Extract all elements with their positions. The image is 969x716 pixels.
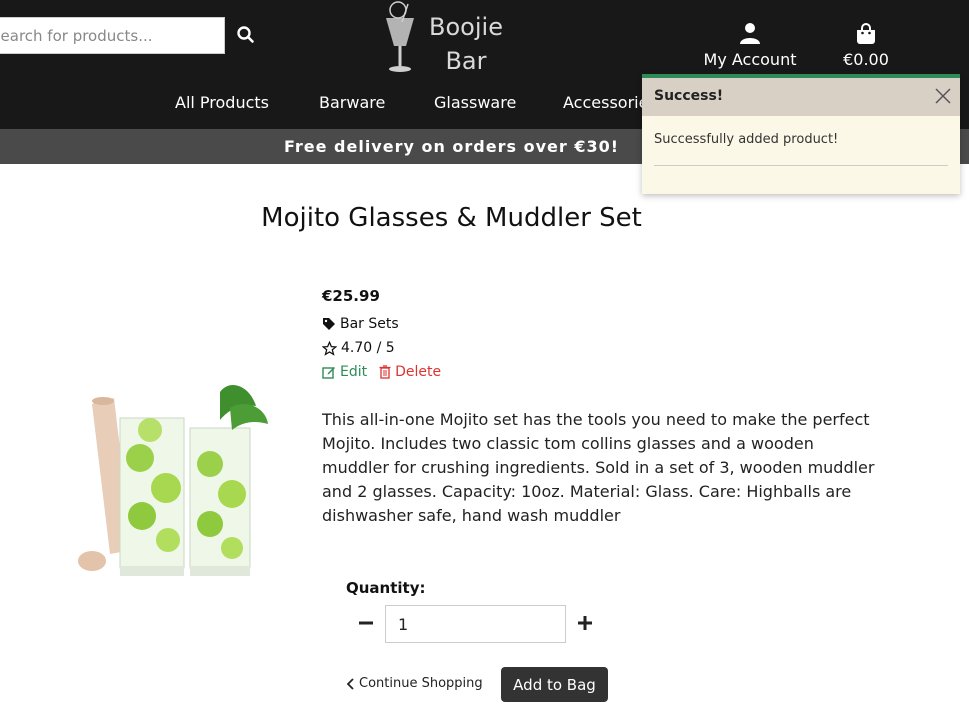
search-icon	[237, 26, 254, 43]
add-to-bag-button[interactable]: Add to Bag	[501, 667, 608, 702]
logo-line-1: Boojie	[429, 13, 503, 41]
search-input[interactable]	[0, 18, 224, 53]
product-category[interactable]: Bar Sets	[322, 316, 399, 332]
toast-message: Successfully added product!	[654, 132, 839, 147]
decrement-quantity-button[interactable]	[355, 612, 377, 634]
bag-total: €0.00	[843, 50, 889, 69]
search-button[interactable]	[234, 22, 258, 48]
shopping-bag-link[interactable]: €0.00	[838, 22, 894, 69]
toast-header: Success!	[642, 78, 960, 116]
product-title: Mojito Glasses & Muddler Set	[261, 203, 642, 233]
my-account-label: My Account	[703, 50, 797, 69]
continue-shopping-link[interactable]: Continue Shopping	[347, 676, 483, 691]
logo-text: Boojie Bar	[421, 10, 511, 78]
edit-icon	[322, 367, 335, 379]
edit-product-link[interactable]: Edit	[322, 364, 367, 380]
my-account-link[interactable]: My Account	[700, 22, 800, 69]
product-description: This all-in-one Mojito set has the tools…	[322, 410, 875, 525]
shopping-bag-icon	[857, 23, 875, 44]
trash-icon	[379, 365, 391, 379]
delete-label: Delete	[395, 364, 442, 380]
toast-title: Success!	[654, 88, 724, 104]
product-category-label: Bar Sets	[340, 316, 399, 332]
user-icon	[740, 23, 760, 44]
product-admin-actions: Edit Delete	[322, 364, 441, 380]
quantity-input[interactable]	[385, 605, 566, 643]
delete-product-link[interactable]: Delete	[379, 364, 441, 380]
plus-icon	[578, 616, 592, 630]
toast-divider	[654, 165, 948, 166]
toast-close-button[interactable]	[934, 87, 952, 105]
increment-quantity-button[interactable]	[574, 612, 596, 634]
nav-glassware[interactable]: Glassware	[434, 93, 516, 112]
cocktail-glass-icon	[386, 1, 414, 72]
product-price: €25.99	[322, 287, 380, 305]
glass-left-shape	[119, 417, 185, 576]
product-image	[70, 368, 280, 608]
chevron-left-icon	[347, 677, 354, 690]
search-box	[0, 17, 225, 54]
nav-all-products[interactable]: All Products	[175, 93, 269, 112]
minus-icon	[359, 621, 373, 625]
continue-shopping-label: Continue Shopping	[359, 676, 483, 691]
edit-label: Edit	[340, 364, 368, 380]
product-rating: 4.70 / 5	[322, 340, 395, 356]
quantity-label: Quantity:	[346, 579, 426, 597]
star-icon	[322, 340, 337, 356]
product-rating-value: 4.70 / 5	[341, 340, 395, 356]
success-toast: Success! Successfully added product!	[642, 74, 960, 194]
close-icon	[935, 88, 951, 104]
glass-right-shape	[189, 384, 268, 576]
site-logo[interactable]: Boojie Bar	[380, 0, 510, 76]
nav-barware[interactable]: Barware	[319, 93, 385, 112]
tag-icon	[323, 318, 335, 330]
logo-line-2: Bar	[445, 47, 487, 75]
